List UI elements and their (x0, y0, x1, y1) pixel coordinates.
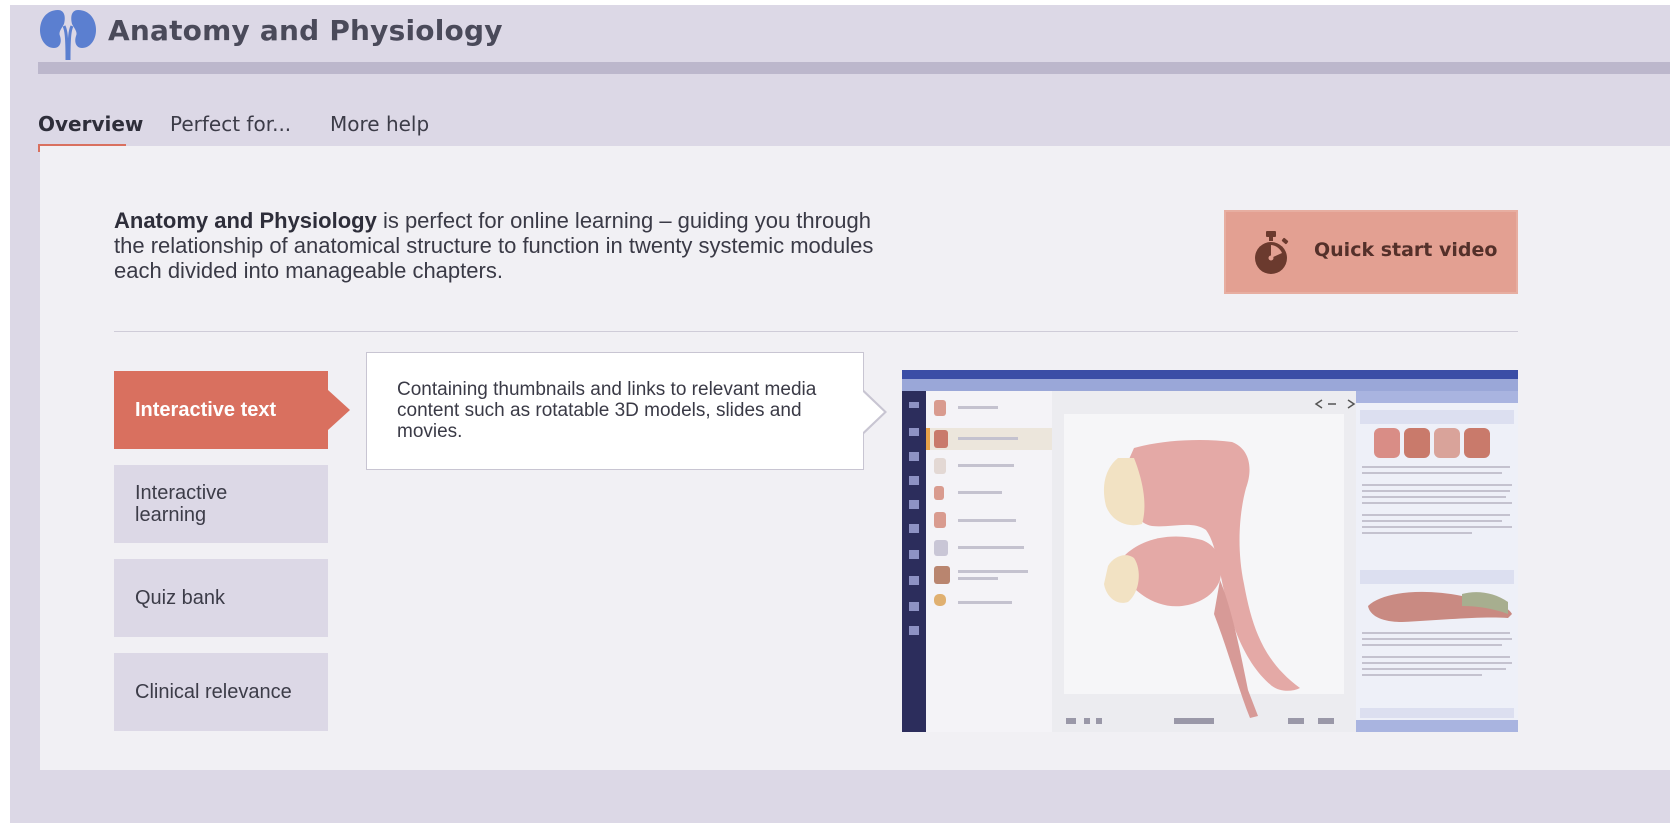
callout-text: Containing thumbnails and links to relev… (397, 379, 817, 442)
active-feature-pointer (328, 390, 350, 430)
feature-interactive-learning-label: Interactive learning (135, 482, 228, 526)
stopwatch-icon (1255, 231, 1289, 274)
section-divider (114, 331, 1518, 332)
feature-interactive-text[interactable]: Interactive text (114, 371, 328, 449)
tab-perfect-for[interactable]: Perfect for... (170, 112, 291, 136)
tab-overview[interactable]: Overview (38, 112, 143, 136)
feature-quiz-bank[interactable]: Quiz bank (114, 559, 328, 637)
quick-start-video-label: Quick start video (1314, 239, 1498, 261)
app-title: Anatomy and Physiology (108, 14, 503, 47)
feature-description-callout: Containing thumbnails and links to relev… (366, 352, 864, 470)
callout-pointer (863, 392, 884, 432)
feature-interactive-learning[interactable]: Interactive learning (114, 465, 328, 543)
intro-product-name: Anatomy and Physiology (114, 208, 377, 233)
app-screenshot-3d-airway (902, 370, 1518, 732)
feature-clinical-relevance[interactable]: Clinical relevance (114, 653, 328, 731)
overview-panel: Anatomy and Physiology is perfect for on… (40, 146, 1670, 770)
tab-more-help[interactable]: More help (330, 112, 429, 136)
kidneys-icon (40, 10, 96, 61)
intro-text: Anatomy and Physiology is perfect for on… (114, 208, 874, 283)
title-rule (38, 62, 1670, 74)
quick-start-video-button[interactable]: Quick start video (1224, 210, 1518, 294)
